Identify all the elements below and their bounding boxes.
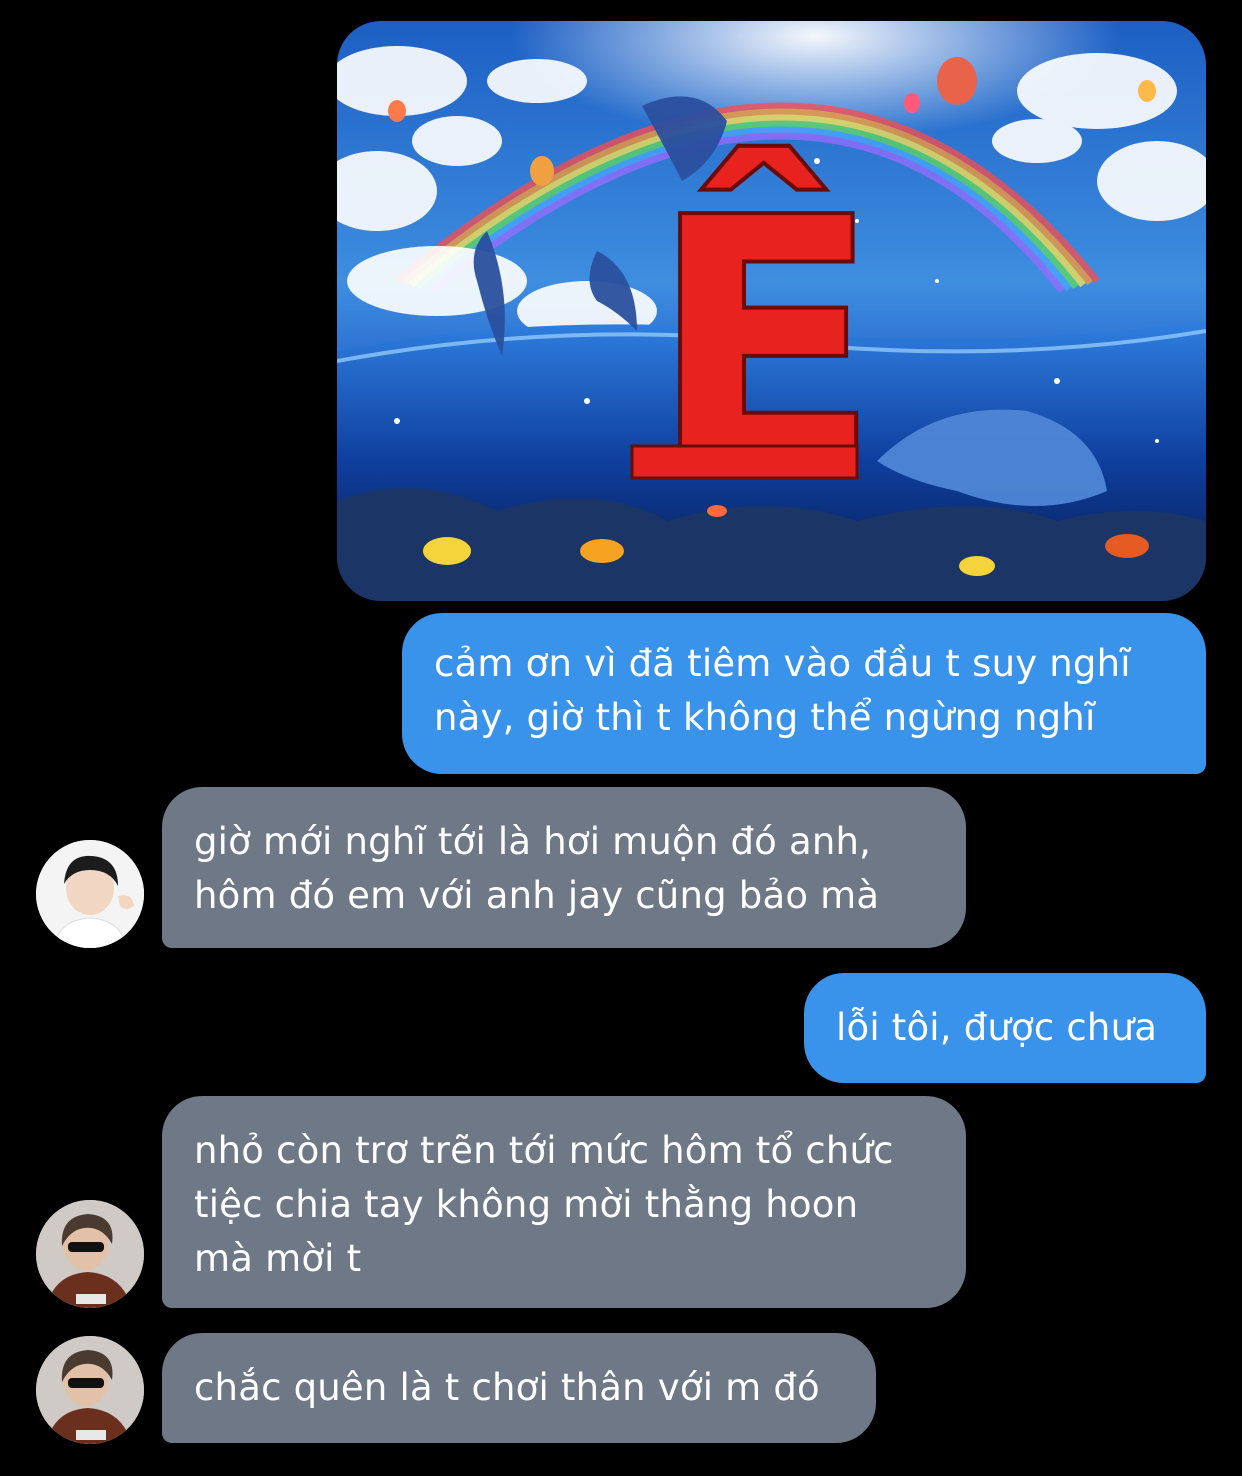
sent-message[interactable]: cảm ơn vì đã tiêm vào đầu t suy nghĩ này… — [402, 613, 1206, 774]
received-message[interactable]: giờ mới nghĩ tới là hơi muộn đó anh, hôm… — [162, 787, 966, 948]
received-message[interactable]: chắc quên là t chơi thân với m đó — [162, 1333, 876, 1443]
contact-avatar[interactable] — [36, 840, 144, 948]
person-avatar-icon — [36, 840, 144, 948]
contact-avatar[interactable] — [36, 1200, 144, 1308]
dolphin-rainbow-sea-image: Ê — [337, 21, 1206, 601]
letter-e-circumflex: Ê — [649, 142, 881, 542]
image-message[interactable]: Ê — [337, 21, 1206, 601]
contact-avatar[interactable] — [36, 1336, 144, 1444]
chat-screen: Ê cảm ơn vì đã tiêm vào đầu t suy nghĩ n… — [0, 0, 1242, 1476]
received-message[interactable]: nhỏ còn trơ trẽn tới mức hôm tổ chức tiệ… — [162, 1096, 966, 1308]
person-avatar-icon — [36, 1336, 144, 1444]
person-avatar-icon — [36, 1200, 144, 1308]
sent-message[interactable]: lỗi tôi, được chưa — [804, 973, 1206, 1083]
